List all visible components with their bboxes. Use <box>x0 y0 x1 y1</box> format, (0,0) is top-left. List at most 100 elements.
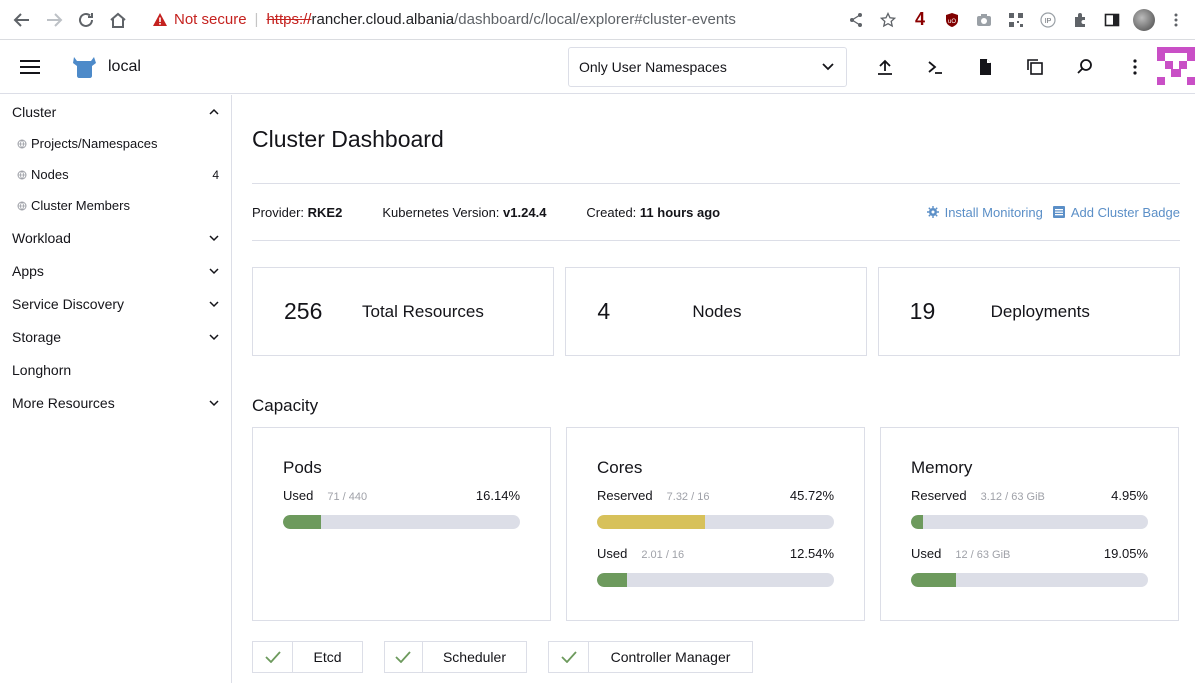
cluster-name[interactable]: local <box>108 58 141 76</box>
meter-ratio: 7.32 / 16 <box>666 491 710 503</box>
nav-group-service-discovery[interactable]: Service Discovery <box>0 287 231 320</box>
total-resources-card[interactable]: 256 Total Resources <box>252 267 555 356</box>
nav-group-cluster[interactable]: Cluster <box>0 95 231 128</box>
cores-capacity: Cores Reserved 7.32 / 16 45.72% Used 2.0… <box>566 427 865 621</box>
meter-percent: 16.14% <box>475 488 520 503</box>
extension-badge-4[interactable]: 4 <box>909 9 931 31</box>
component-label: Scheduler <box>442 649 506 665</box>
progress-fill <box>283 515 322 529</box>
capacity-heading: Capacity <box>252 396 319 415</box>
cluster-logo-icon <box>73 56 96 78</box>
nav-group-workload[interactable]: Workload <box>0 221 231 254</box>
check-icon <box>385 642 423 672</box>
not-secure-indicator[interactable]: Not secure <box>152 11 247 28</box>
card-value: 256 <box>284 298 323 324</box>
nav-item-longhorn[interactable]: Longhorn <box>0 353 231 386</box>
reload-button[interactable] <box>72 6 100 34</box>
component-label: Controller Manager <box>610 649 731 665</box>
qr-extension[interactable] <box>1005 9 1027 31</box>
forward-button[interactable] <box>40 6 68 34</box>
more-actions-button[interactable] <box>1110 40 1160 94</box>
created-info: Created: 11 hours ago <box>586 205 720 220</box>
kebab-menu-icon <box>1174 13 1178 26</box>
kubectl-shell-button[interactable] <box>910 40 960 94</box>
card-label: Deployments <box>990 301 1090 321</box>
nav-group-label: Workload <box>12 229 71 246</box>
add-badge-label: Add Cluster Badge <box>1070 204 1180 220</box>
card-label: Total Resources <box>362 301 484 321</box>
import-yaml-button[interactable] <box>860 40 910 94</box>
memory-used-meter: Used 12 / 63 GiB 19.05% <box>911 546 1148 587</box>
progress-fill <box>911 515 923 529</box>
arrow-left-icon <box>13 12 29 27</box>
nav-group-storage[interactable]: Storage <box>0 320 231 353</box>
nav-item-projects-namespaces[interactable]: Projects/Namespaces <box>0 128 231 159</box>
card-label: Nodes <box>692 301 742 321</box>
meter-label: Used <box>911 546 942 561</box>
progress-fill <box>597 515 706 529</box>
globe-icon <box>17 170 27 179</box>
resource-search-button[interactable] <box>1060 40 1110 94</box>
nav-group-more-resources[interactable]: More Resources <box>0 386 231 419</box>
profile-avatar[interactable] <box>1133 8 1155 31</box>
deployments-card[interactable]: 19 Deployments <box>877 267 1180 356</box>
add-cluster-badge-link[interactable]: Add Cluster Badge <box>1052 204 1180 220</box>
nav-item-cluster-members[interactable]: Cluster Members <box>0 190 231 221</box>
meter-ratio: 71 / 440 <box>327 491 368 503</box>
nav-group-label: Longhorn <box>12 361 72 378</box>
nav-group-label: More Resources <box>12 394 115 411</box>
provider-label: Provider: <box>252 204 305 220</box>
meter-label: Used <box>597 546 628 561</box>
etcd-status: Etcd <box>252 641 363 673</box>
meter-ratio: 12 / 63 GiB <box>955 549 1011 561</box>
divider <box>252 240 1180 241</box>
kubernetes-version-info: Kubernetes Version: v1.24.4 <box>382 205 546 220</box>
namespace-filter-value: Only User Namespaces <box>579 59 727 75</box>
ublock-extension[interactable]: uO <box>941 9 963 31</box>
scheduler-status: Scheduler <box>384 641 527 673</box>
ip-extension[interactable]: IP <box>1037 9 1059 31</box>
camera-extension[interactable] <box>973 9 995 31</box>
meter-ratio: 3.12 / 63 GiB <box>980 491 1045 503</box>
copy-icon <box>1027 59 1043 75</box>
pods-capacity: Pods Used 71 / 440 16.14% <box>252 427 551 621</box>
svg-text:uO: uO <box>948 19 956 25</box>
install-monitoring-link[interactable]: Install Monitoring <box>926 205 1043 220</box>
upload-icon <box>878 59 892 75</box>
nav-item-label: Cluster Members <box>31 198 130 213</box>
nav-group-apps[interactable]: Apps <box>0 254 231 287</box>
url-host: rancher.cloud.albania <box>311 11 455 28</box>
main-content: Cluster Dashboard Provider: RKE2 Kuberne… <box>252 95 1180 673</box>
star-icon <box>880 11 896 27</box>
component-label: Etcd <box>313 649 342 665</box>
nav-item-nodes[interactable]: Nodes 4 <box>0 159 231 190</box>
security-label: Not secure <box>174 11 247 28</box>
memory-reserved-meter: Reserved 3.12 / 63 GiB 4.95% <box>911 488 1148 529</box>
nodes-card[interactable]: 4 Nodes <box>565 267 867 356</box>
meter-ratio: 2.01 / 16 <box>641 549 685 561</box>
chevron-down-icon <box>209 399 219 406</box>
meter-percent: 19.05% <box>1103 546 1148 561</box>
progress-bar <box>597 515 834 529</box>
share-button[interactable] <box>845 9 867 31</box>
nav-group-label: Apps <box>12 262 44 279</box>
address-bar[interactable]: Not secure | https:// rancher.cloud.alba… <box>142 5 837 35</box>
cores-reserved-meter: Reserved 7.32 / 16 45.72% <box>597 488 834 529</box>
nav-group-label: Service Discovery <box>12 295 125 312</box>
cluster-meta: Provider: RKE2 Kubernetes Version: v1.24… <box>252 184 1180 240</box>
namespace-filter-select[interactable]: Only User Namespaces <box>568 47 847 87</box>
bookmark-button[interactable] <box>877 9 899 31</box>
meter-percent: 12.54% <box>789 546 834 561</box>
copy-kubeconfig-button[interactable] <box>1010 40 1060 94</box>
menu-toggle-button[interactable] <box>0 59 60 75</box>
chevron-down-icon <box>209 333 219 340</box>
user-avatar[interactable] <box>1157 47 1195 85</box>
home-button[interactable] <box>104 6 132 34</box>
download-kubeconfig-button[interactable] <box>960 40 1010 94</box>
capacity-gauges: Pods Used 71 / 440 16.14% Cores Reserved… <box>252 427 1180 621</box>
back-button[interactable] <box>8 6 36 34</box>
chevron-down-icon <box>822 63 834 71</box>
side-panel-button[interactable] <box>1101 9 1123 31</box>
browser-menu-button[interactable] <box>1165 9 1187 31</box>
extensions-button[interactable] <box>1069 9 1091 31</box>
